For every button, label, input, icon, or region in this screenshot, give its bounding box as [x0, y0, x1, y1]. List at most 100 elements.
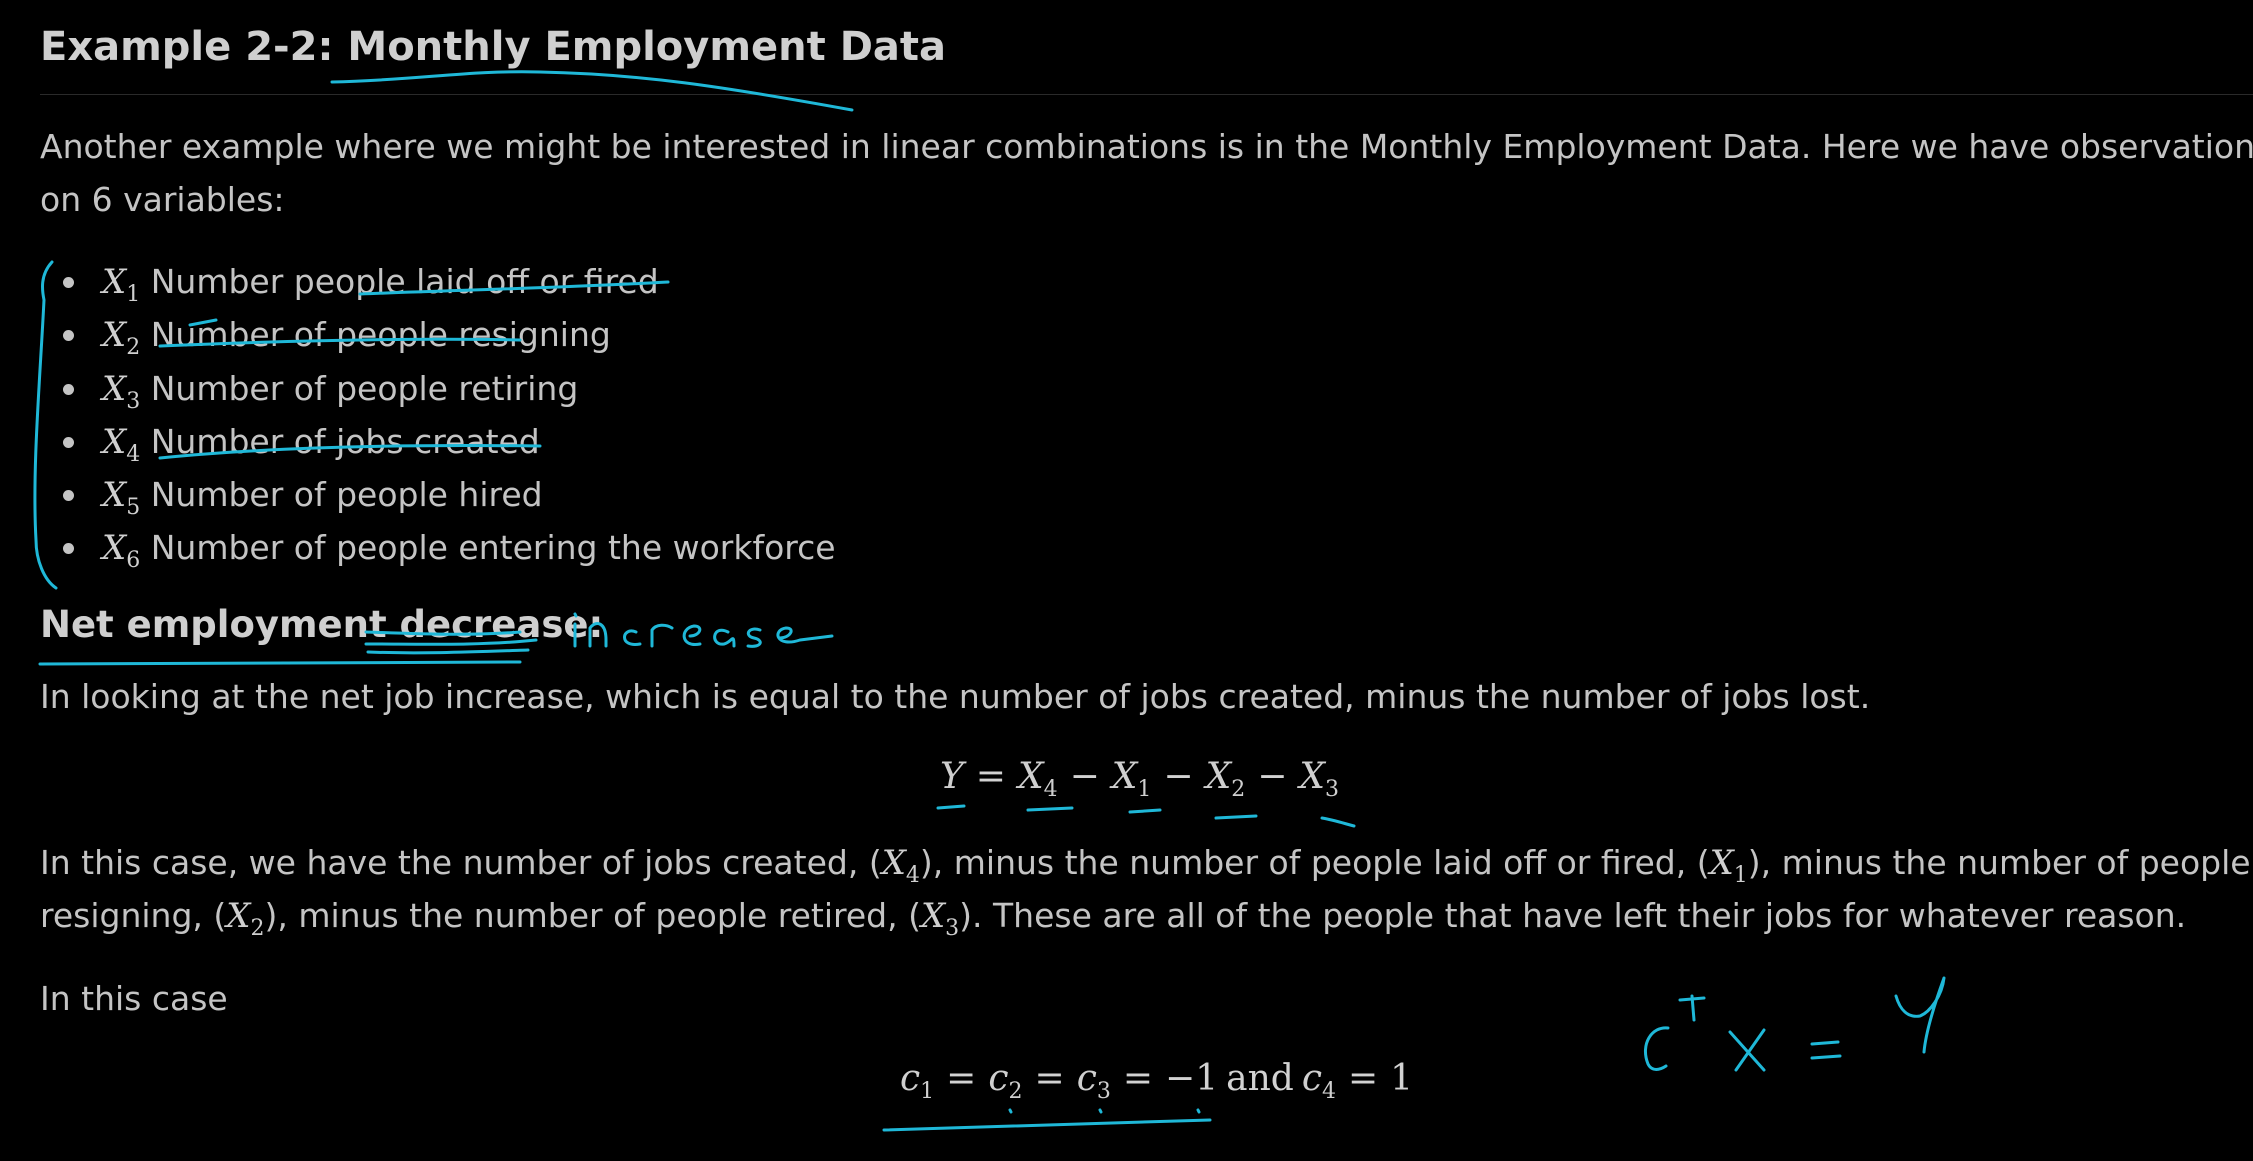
net-equation: Y = X4− X1− X2− X3 [940, 756, 1339, 802]
equation-underline-ink [1128, 808, 1162, 814]
eq-term-symbol: X [1299, 756, 1326, 797]
coef-symbol: c [988, 1058, 1009, 1099]
handwritten-c-ink [1644, 1026, 1670, 1071]
coefficient-equation: c1 = c2 = c3 = −1 and c4 = 1 [900, 1058, 1414, 1104]
heading-divider [40, 94, 2253, 95]
variable-item: X2 Number of people resigning [40, 308, 836, 361]
eq-minus: − [1069, 756, 1100, 797]
bullet-icon [63, 543, 74, 555]
coef-equals: = [1034, 1058, 1065, 1099]
eq-lhs: Y [940, 756, 964, 797]
coef-subscript: 1 [920, 1079, 935, 1104]
variable-label: Number of people hired [150, 475, 543, 515]
coef-subscript: 4 [1321, 1079, 1336, 1104]
bullet-icon [63, 436, 74, 448]
equation-underline-ink [1320, 816, 1356, 828]
intro-line-1: Another example where we might be intere… [40, 127, 2253, 166]
bullet-icon [63, 330, 74, 342]
case-text: ), minus the number of people retired, ( [264, 896, 921, 935]
coef-subscript: 2 [1008, 1079, 1023, 1104]
net-employment-subheading: Net employment decrease: [40, 603, 603, 646]
case-symbol: X [1709, 843, 1734, 883]
variable-symbol: X [102, 262, 127, 302]
coef-subscript: 3 [1096, 1079, 1111, 1104]
case-text: ). These are all of the people that have… [959, 896, 2187, 935]
coef-equals: = [1122, 1058, 1154, 1099]
variable-subscript: 2 [126, 335, 141, 361]
variable-symbol: X [102, 528, 127, 569]
case-text: resigning, ( [40, 896, 227, 935]
variable-symbol: X [102, 475, 127, 516]
case-text: ), minus the number of people laid off o… [919, 843, 1710, 882]
variable-label: Number of people resigning [150, 315, 611, 355]
subheading-crossed-word: decrease [399, 603, 589, 646]
variable-label: Number people laid off or fired [150, 262, 659, 301]
coef-value-positive: 1 [1390, 1058, 1414, 1099]
variable-subscript: 4 [126, 441, 141, 467]
subheading-prefix: Net employment [40, 603, 400, 646]
strikethrough-ink [366, 648, 530, 655]
handwritten-y-ink [1894, 976, 1946, 1054]
variable-item: X6 Number of people entering the workfor… [40, 521, 836, 574]
case-subscript: 1 [1733, 863, 1748, 888]
handwritten-x-ink [1728, 1028, 1766, 1072]
subheading-underline-ink [38, 660, 522, 666]
case-text: In this case, we have the number of jobs… [40, 843, 882, 882]
eq-term-symbol: X [1111, 756, 1138, 797]
in-this-case-label: In this case [40, 979, 228, 1018]
variable-symbol: X [102, 315, 127, 356]
coef-value-negative: −1 [1165, 1058, 1219, 1099]
case-symbol: X [226, 896, 251, 936]
equation-underline-ink [1026, 806, 1074, 812]
variable-label: Number of people entering the workforce [150, 528, 836, 568]
case-subscript: 2 [250, 916, 265, 941]
eq-minus: − [1163, 756, 1194, 797]
coef-symbol: c [900, 1058, 921, 1099]
bullet-icon [63, 490, 74, 502]
coef-equals: = [946, 1058, 977, 1099]
variable-label: Number of jobs created [150, 421, 540, 461]
eq-term-subscript: 4 [1043, 777, 1058, 802]
eq-term-symbol: X [1017, 756, 1044, 797]
bullet-icon [63, 277, 74, 288]
eq-minus: − [1257, 756, 1288, 797]
case-paragraph-line-2: resigning, (X2), minus the number of peo… [40, 889, 2186, 947]
variable-item: X1 Number people laid off or fired [40, 255, 836, 308]
variable-subscript: 5 [126, 495, 141, 521]
variable-item: X4 Number of jobs created [40, 415, 836, 468]
coef-symbol: c [1076, 1058, 1097, 1099]
case-subscript: 3 [945, 916, 960, 941]
variable-symbol: X [102, 368, 127, 409]
coefficient-dot-ink [1008, 1108, 1201, 1114]
section-heading: Example 2-2: Monthly Employment Data [40, 24, 946, 70]
variable-item: X5 Number of people hired [40, 468, 836, 521]
case-subscript: 4 [905, 863, 920, 888]
case-paragraph-line-1: In this case, we have the number of jobs… [40, 836, 2251, 894]
case-text: ), minus the number of people [1747, 843, 2251, 882]
variable-subscript: 3 [126, 388, 141, 414]
equation-underline-ink [936, 804, 966, 810]
case-symbol: X [920, 896, 946, 936]
handwritten-annotations [33, 70, 1946, 1132]
coef-and: and [1226, 1058, 1294, 1099]
net-description: In looking at the net job increase, whic… [40, 677, 1871, 716]
coef-symbol: c [1301, 1058, 1322, 1099]
case-symbol: X [881, 843, 906, 883]
variable-item: X3 Number of people retiring [40, 362, 836, 415]
heading-underline-ink [330, 70, 854, 112]
handwritten-t-ink [1678, 994, 1706, 1022]
eq-term-subscript: 2 [1231, 777, 1246, 802]
handwritten-equals-ink [1810, 1040, 1842, 1060]
bullet-icon [63, 383, 74, 395]
subheading-suffix: : [588, 603, 604, 646]
coef-equals: = [1347, 1058, 1379, 1099]
equation-underline-ink [1214, 814, 1258, 820]
eq-term-subscript: 3 [1325, 777, 1340, 802]
variable-subscript: 6 [126, 548, 141, 574]
coefficient-underline-ink [882, 1118, 1212, 1132]
variable-subscript: 1 [126, 282, 141, 307]
variable-list: X1 Number people laid off or fired X2 Nu… [40, 255, 836, 575]
variable-symbol: X [102, 421, 127, 462]
intro-line-2: on 6 variables: [40, 180, 285, 219]
increase-handwriting-ink [573, 612, 834, 648]
